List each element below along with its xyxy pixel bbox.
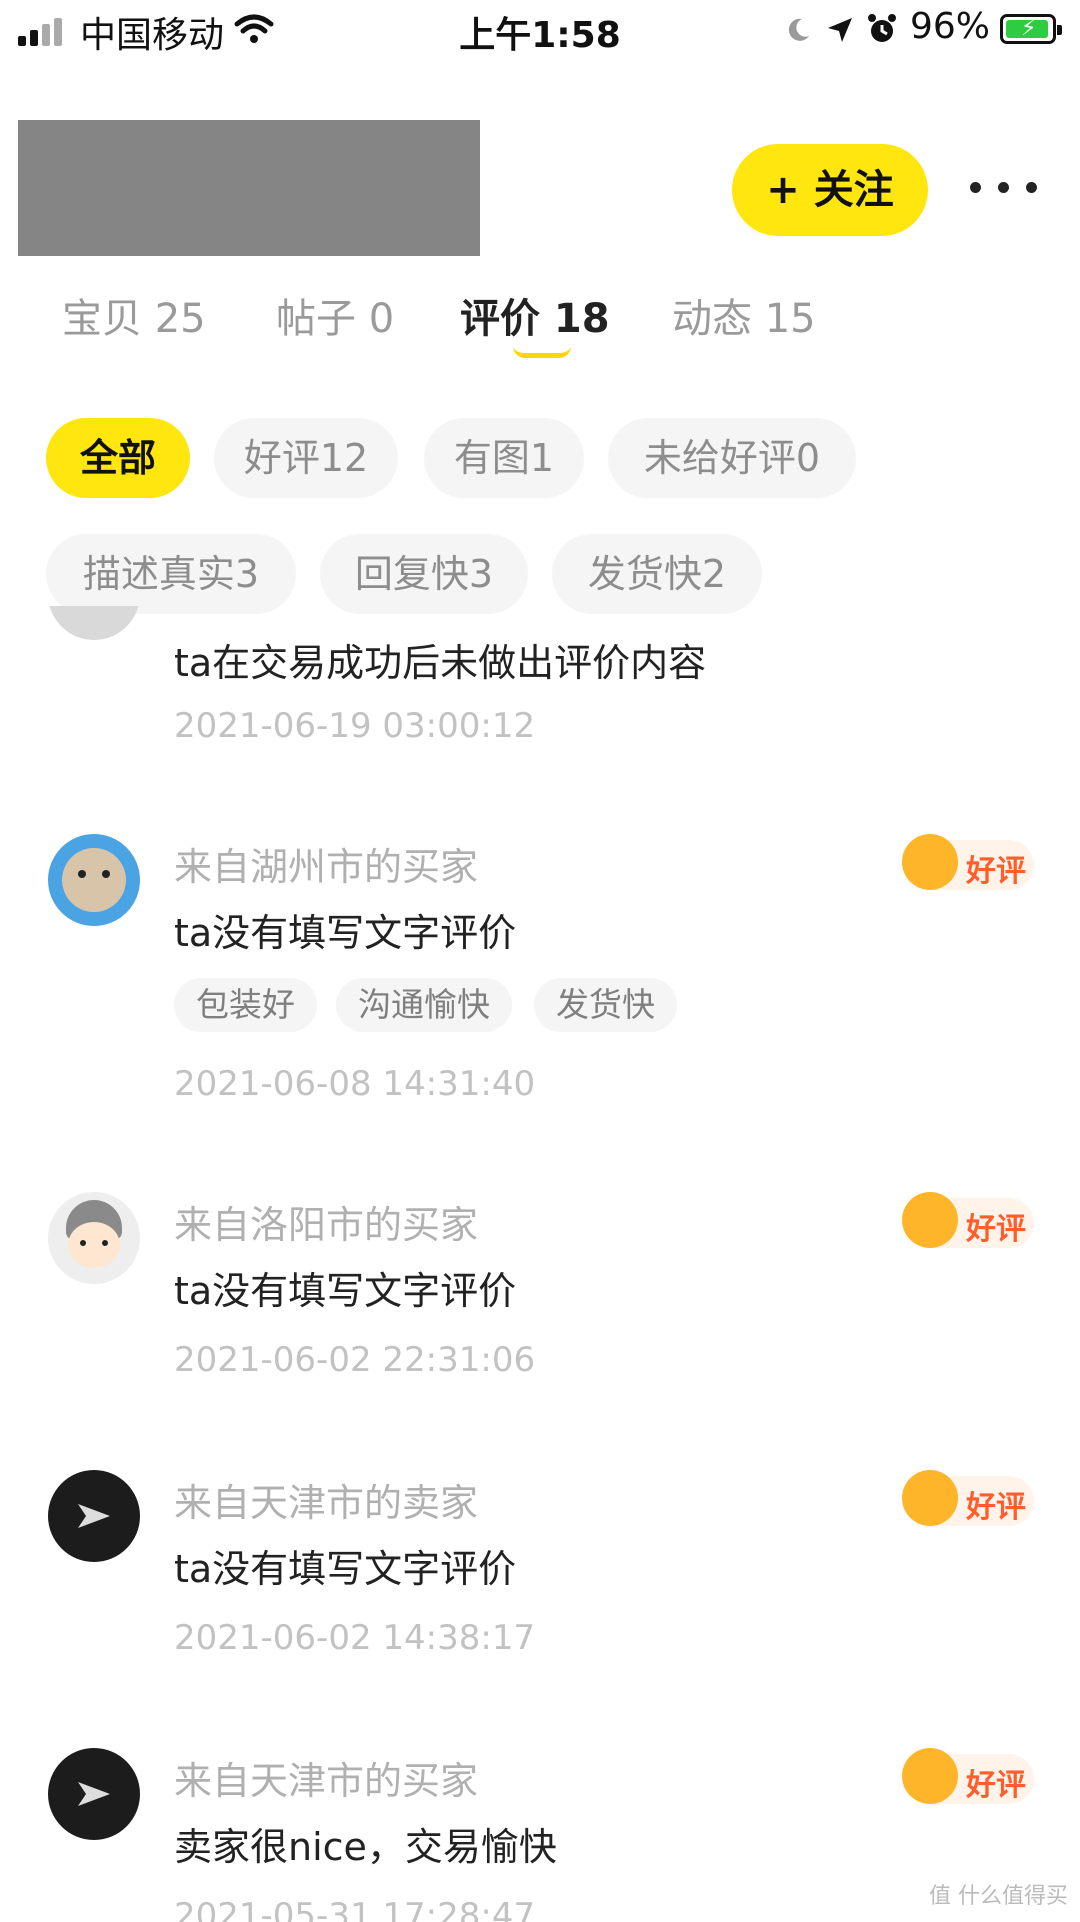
avatar[interactable] xyxy=(48,1748,140,1840)
reviewer-location: 来自天津市的买家 xyxy=(174,1759,479,1803)
list-item: 来自湖州市的买家 好评 ta没有填写文字评价 包装好 沟通愉快 发货快 2021… xyxy=(0,828,1080,1108)
reviewer-location: 来自洛阳市的买家 xyxy=(174,1203,479,1247)
good-review-badge: 好评 xyxy=(902,834,1034,890)
more-dots-icon[interactable] xyxy=(966,170,1046,210)
review-tag: 包装好 xyxy=(174,978,317,1032)
tab-items[interactable]: 宝贝 25 xyxy=(62,286,206,344)
filter-chip-no-good[interactable]: 未给好评0 xyxy=(608,418,856,498)
filter-chip-all[interactable]: 全部 xyxy=(46,418,190,498)
active-tab-indicator xyxy=(513,346,571,358)
reviewer-location: 来自湖州市的买家 xyxy=(174,845,479,889)
paper-plane-icon xyxy=(78,1782,110,1806)
watermark: 值 什么值得买 xyxy=(929,1884,1068,1909)
review-tag: 发货快 xyxy=(534,978,677,1032)
good-review-badge: 好评 xyxy=(902,1470,1034,1526)
filter-chip-photos[interactable]: 有图1 xyxy=(424,418,584,498)
tab-reviews[interactable]: 评价 18 xyxy=(460,286,610,344)
tab-posts[interactable]: 帖子 0 xyxy=(276,286,394,344)
filter-chip-accurate[interactable]: 描述真实3 xyxy=(46,534,296,614)
review-date: 2021-06-19 03:00:12 xyxy=(174,706,536,746)
alarm-icon xyxy=(868,14,896,42)
filter-chip-good[interactable]: 好评12 xyxy=(214,418,398,498)
review-content: ta在交易成功后未做出评价内容 xyxy=(174,641,707,685)
avatar xyxy=(48,606,140,640)
status-bar: 中国移动 上午1:58 96% ⚡ xyxy=(0,0,1080,60)
good-review-badge: 好评 xyxy=(902,1748,1034,1804)
smile-icon xyxy=(902,834,958,890)
follow-button[interactable]: + 关注 xyxy=(732,144,928,236)
review-date: 2021-05-31 17:28:47 xyxy=(174,1896,536,1922)
review-tag: 沟通愉快 xyxy=(336,978,512,1032)
redacted-profile-header xyxy=(18,120,480,256)
review-date: 2021-06-02 22:31:06 xyxy=(174,1340,536,1380)
smile-icon xyxy=(902,1748,958,1804)
review-date: 2021-06-08 14:31:40 xyxy=(174,1064,536,1104)
review-content: ta没有填写文字评价 xyxy=(174,1269,517,1313)
tab-activity[interactable]: 动态 15 xyxy=(672,286,816,344)
filter-chip-fast-reply[interactable]: 回复快3 xyxy=(320,534,528,614)
smile-icon xyxy=(902,1470,958,1526)
avatar[interactable] xyxy=(48,1192,140,1284)
location-icon xyxy=(828,18,852,42)
smile-icon xyxy=(902,1192,958,1248)
review-content: ta没有填写文字评价 xyxy=(174,911,517,955)
list-item: 来自天津市的卖家 好评 ta没有填写文字评价 2021-06-02 14:38:… xyxy=(0,1464,1080,1664)
reviewer-location: 来自天津市的卖家 xyxy=(174,1481,479,1525)
avatar[interactable] xyxy=(48,834,140,926)
paper-plane-icon xyxy=(78,1504,110,1528)
review-content: ta没有填写文字评价 xyxy=(174,1547,517,1591)
avatar[interactable] xyxy=(48,1470,140,1562)
moon-icon xyxy=(788,18,809,41)
list-item: 来自天津市的买家 好评 卖家很nice，交易愉快 2021-05-31 17:2… xyxy=(0,1742,1080,1922)
review-date: 2021-06-02 14:38:17 xyxy=(174,1618,536,1658)
review-content: 卖家很nice，交易愉快 xyxy=(174,1825,557,1869)
filter-chip-fast-ship[interactable]: 发货快2 xyxy=(552,534,762,614)
battery-percent: 96% xyxy=(910,6,991,47)
good-review-badge: 好评 xyxy=(902,1192,1034,1248)
battery-charging-icon: ⚡ xyxy=(1000,14,1062,44)
list-item: ta在交易成功后未做出评价内容 2021-06-19 03:00:12 xyxy=(0,606,1080,780)
list-item: 来自洛阳市的买家 好评 ta没有填写文字评价 2021-06-02 22:31:… xyxy=(0,1186,1080,1386)
